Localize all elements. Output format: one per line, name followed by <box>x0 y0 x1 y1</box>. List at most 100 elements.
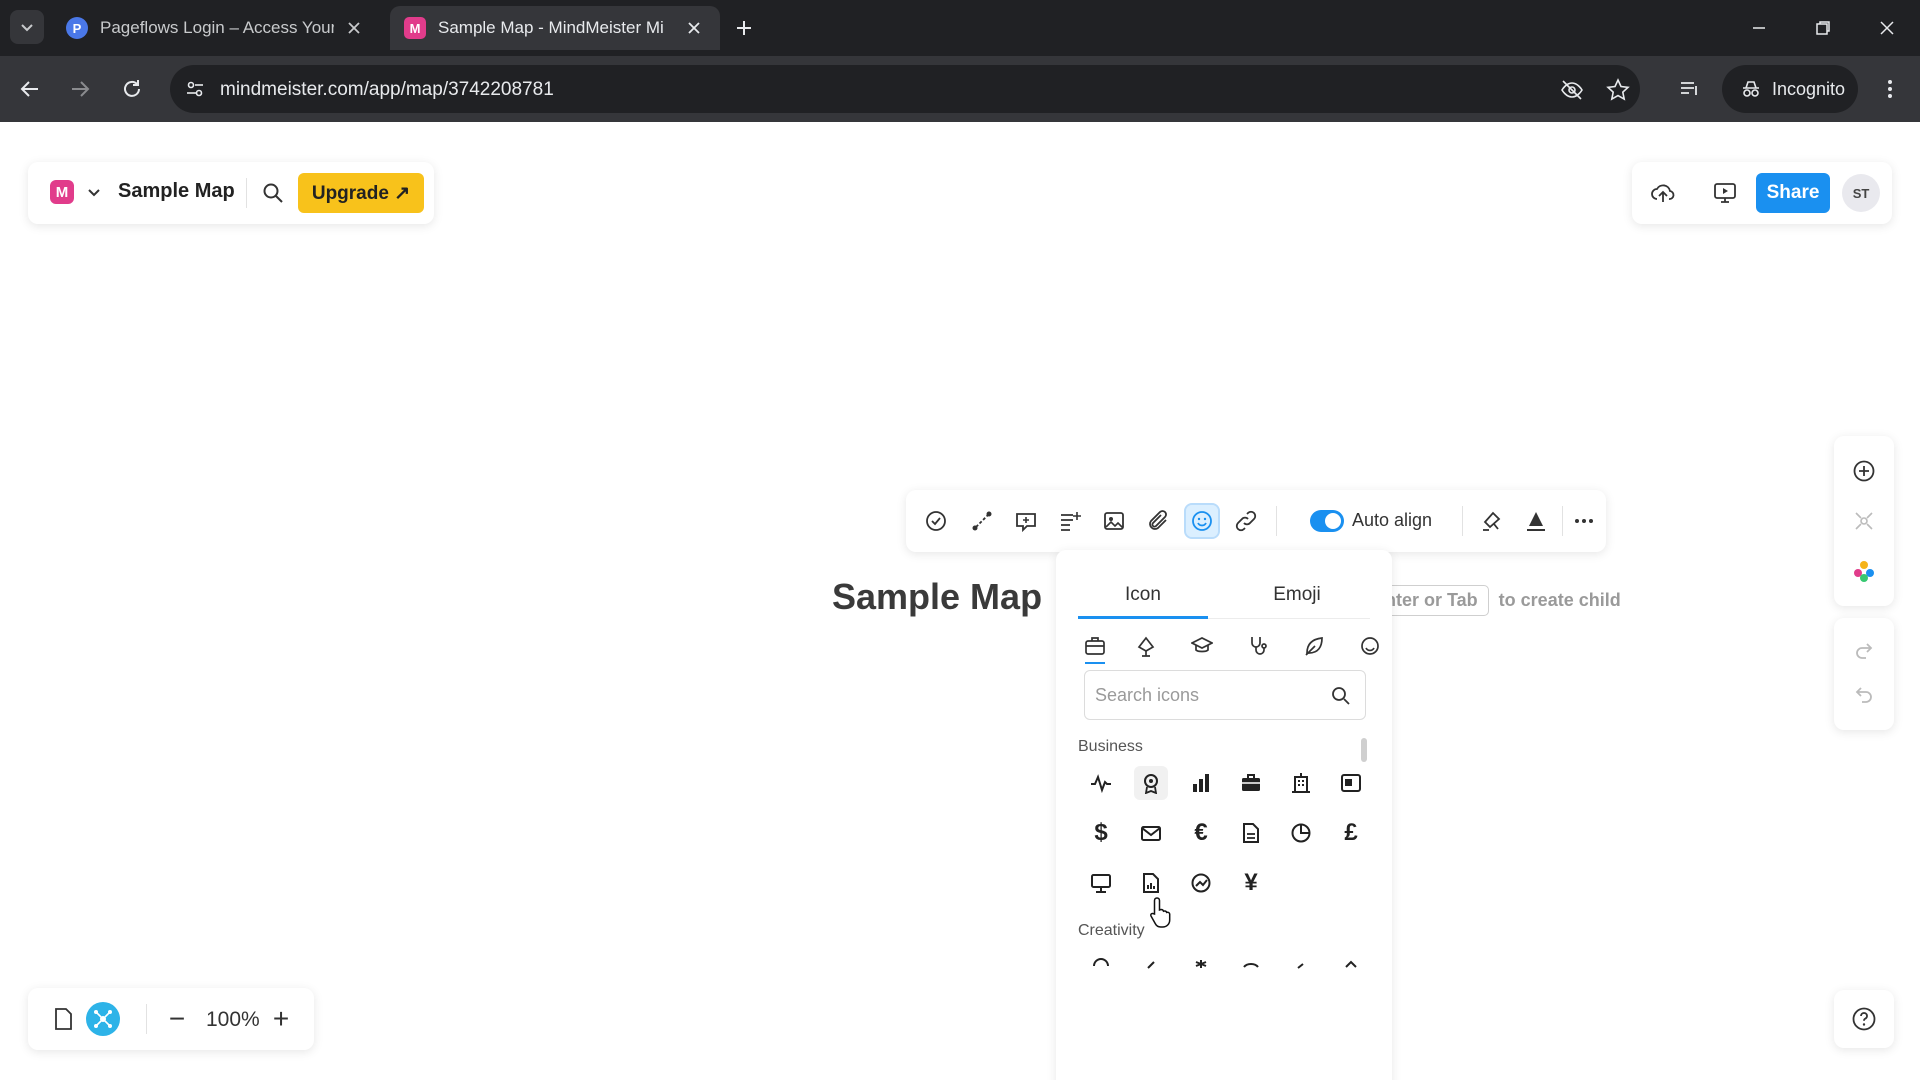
image-icon[interactable] <box>1098 505 1130 537</box>
trend-icon[interactable] <box>1184 866 1218 900</box>
zoom-in-button[interactable]: + <box>266 1003 296 1034</box>
cloud-upload-icon[interactable] <box>1648 178 1678 208</box>
yen-icon[interactable]: ¥ <box>1234 866 1268 900</box>
tab-search-button[interactable] <box>10 10 44 44</box>
mindmap-view-icon[interactable] <box>86 1002 120 1036</box>
category-business-icon[interactable] <box>1078 628 1112 664</box>
category-nature-icon[interactable] <box>1297 628 1331 664</box>
text-style-icon[interactable] <box>1520 505 1552 537</box>
address-bar[interactable]: mindmeister.com/app/map/3742208781 <box>170 65 1640 113</box>
site-info-icon[interactable] <box>182 76 208 102</box>
note-icon[interactable] <box>1054 505 1086 537</box>
tab-title: Sample Map - MindMeister Mi <box>438 18 664 37</box>
browser-tab-pageflows[interactable]: P Pageflows Login – Access Your <box>52 6 380 50</box>
undo-icon[interactable] <box>1849 680 1879 710</box>
reload-button[interactable] <box>114 71 150 107</box>
creativity-icon[interactable] <box>1234 948 1268 982</box>
euro-icon[interactable]: € <box>1184 816 1218 850</box>
chevron-down-icon[interactable] <box>84 182 104 202</box>
focus-icon[interactable] <box>1849 506 1879 536</box>
smiley-icon <box>1192 511 1212 531</box>
media-controls-button[interactable] <box>1672 71 1708 107</box>
report-icon[interactable] <box>1134 866 1168 900</box>
creativity-icon[interactable] <box>1184 948 1218 982</box>
mindmeister-app: M Sample Map Upgrade ↗ Share ST − 100% +… <box>0 122 1920 1080</box>
back-button[interactable] <box>12 71 48 107</box>
icon-search-field[interactable] <box>1084 670 1366 720</box>
pound-icon[interactable]: £ <box>1334 816 1368 850</box>
style-fill-icon[interactable] <box>1476 505 1508 537</box>
arrow-left-icon <box>20 81 38 97</box>
monitor-icon[interactable] <box>1084 866 1118 900</box>
tab-icon[interactable]: Icon <box>1078 584 1208 606</box>
browser-tab-bar: P Pageflows Login – Access Your M Sample… <box>0 0 1920 56</box>
plus-icon <box>737 21 751 35</box>
category-emotion-icon[interactable] <box>1353 628 1387 664</box>
search-icon[interactable] <box>260 180 286 206</box>
id-card-icon[interactable] <box>1334 766 1368 800</box>
tab-emoji[interactable]: Emoji <box>1232 584 1362 606</box>
section-creativity: Creativity <box>1078 922 1145 939</box>
gear-badge-icon[interactable] <box>1134 766 1168 800</box>
redo-icon[interactable] <box>1849 636 1879 666</box>
category-creativity-icon[interactable] <box>1129 628 1163 664</box>
icon-search-input[interactable] <box>1095 683 1315 707</box>
category-health-icon[interactable] <box>1241 628 1275 664</box>
zoom-out-button[interactable]: − <box>162 1003 192 1034</box>
mail-icon[interactable] <box>1134 816 1168 850</box>
search-icon[interactable] <box>1329 684 1353 708</box>
theme-palette-icon[interactable] <box>1849 556 1879 586</box>
document-icon[interactable] <box>1234 816 1268 850</box>
share-button[interactable]: Share <box>1756 173 1830 213</box>
browser-menu-button[interactable] <box>1872 71 1908 107</box>
create-child-hint: nter or Tab to create child <box>1374 585 1621 616</box>
incognito-indicator[interactable]: Incognito <box>1722 65 1858 113</box>
category-education-icon[interactable] <box>1185 628 1219 664</box>
close-window-button[interactable] <box>1864 10 1910 46</box>
browser-tab-mindmeister[interactable]: M Sample Map - MindMeister Mi <box>390 6 720 50</box>
link-icon[interactable] <box>1230 505 1262 537</box>
bar-chart-icon[interactable] <box>1184 766 1218 800</box>
map-title[interactable]: Sample Map <box>118 180 235 203</box>
forward-button[interactable] <box>62 71 98 107</box>
task-check-icon[interactable] <box>920 505 952 537</box>
pie-chart-icon[interactable] <box>1284 816 1318 850</box>
restore-window-button[interactable] <box>1800 10 1846 46</box>
eye-off-icon[interactable] <box>1558 76 1586 104</box>
hint-text: to create child <box>1498 590 1621 610</box>
icon-emoji-button[interactable] <box>1184 503 1220 539</box>
briefcase-icon[interactable] <box>1234 766 1268 800</box>
upgrade-button[interactable]: Upgrade ↗ <box>298 173 424 213</box>
mindmeister-logo-icon[interactable]: M <box>50 180 74 204</box>
view-zoom-controls: − 100% + <box>28 988 314 1050</box>
attachment-icon[interactable] <box>1142 505 1174 537</box>
dollar-icon[interactable]: $ <box>1084 816 1118 850</box>
building-icon[interactable] <box>1284 766 1318 800</box>
creativity-icon[interactable] <box>1334 948 1368 982</box>
creativity-icon[interactable] <box>1284 948 1318 982</box>
bookmark-star-icon[interactable] <box>1604 76 1632 104</box>
creativity-icon[interactable] <box>1134 948 1168 982</box>
present-icon[interactable] <box>1710 178 1740 208</box>
more-horizontal-icon[interactable] <box>1568 505 1600 537</box>
close-tab-icon[interactable] <box>342 16 366 40</box>
minimize-window-button[interactable] <box>1736 10 1782 46</box>
chevron-down-icon <box>21 24 33 32</box>
map-header: M Sample Map Upgrade ↗ <box>28 162 434 224</box>
close-icon <box>1880 21 1894 35</box>
add-circle-icon[interactable] <box>1849 456 1879 486</box>
comment-icon[interactable] <box>1010 505 1042 537</box>
close-tab-icon[interactable] <box>682 16 706 40</box>
queue-music-icon <box>1681 82 1697 95</box>
creativity-icon[interactable] <box>1084 948 1118 982</box>
connection-icon[interactable] <box>966 505 998 537</box>
avatar[interactable]: ST <box>1842 174 1880 212</box>
auto-align-toggle[interactable] <box>1310 510 1344 532</box>
help-button[interactable] <box>1834 990 1894 1048</box>
new-tab-button[interactable] <box>728 12 760 44</box>
root-node[interactable]: Sample Map <box>832 576 1042 618</box>
picker-scrollbar[interactable] <box>1361 738 1367 762</box>
outline-view-icon[interactable] <box>48 1004 78 1034</box>
header-actions: Share ST <box>1632 162 1892 224</box>
pulse-icon[interactable] <box>1084 766 1118 800</box>
